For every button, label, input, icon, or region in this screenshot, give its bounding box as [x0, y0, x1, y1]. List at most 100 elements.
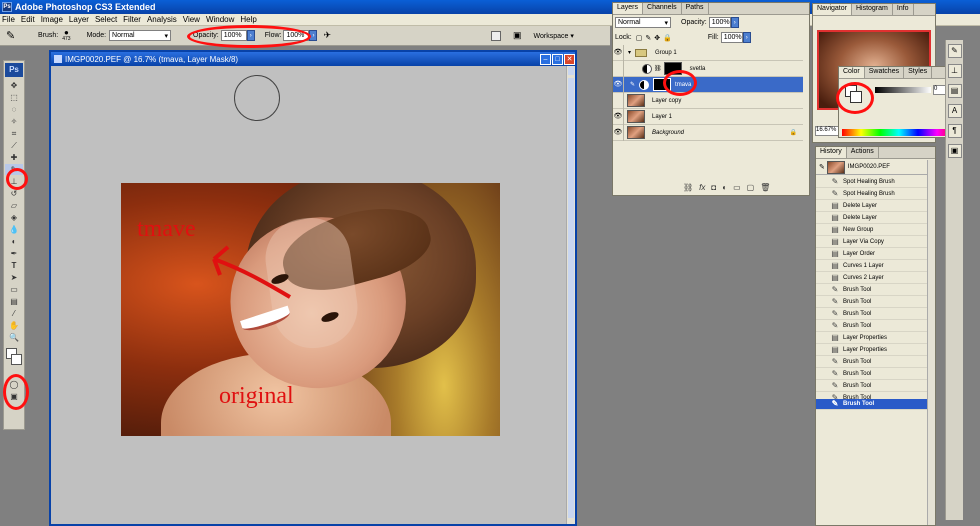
- history-item[interactable]: ▤ Layer Properties: [816, 345, 935, 356]
- history-item-current[interactable]: ✎ Brush Tool: [816, 399, 935, 410]
- fill-input[interactable]: 100%: [720, 32, 743, 43]
- paint-bucket-icon[interactable]: ◈: [5, 212, 23, 223]
- canvas-photo[interactable]: tmave original: [121, 183, 500, 436]
- notes-tool-icon[interactable]: ▤: [5, 296, 23, 307]
- menu-view[interactable]: View: [183, 15, 200, 24]
- mode-select[interactable]: Normal ▾: [109, 30, 172, 41]
- tab-styles[interactable]: Styles: [904, 67, 933, 78]
- history-snapshot[interactable]: ✎ IMGP0020.PEF: [816, 160, 935, 175]
- tab-actions[interactable]: Actions: [847, 147, 879, 158]
- layer-row-tmava[interactable]: 👁 ✎ tmava: [613, 76, 803, 93]
- vertical-scrollbar[interactable]: [566, 66, 575, 524]
- history-item[interactable]: ✎ Brush Tool: [816, 321, 935, 332]
- foreground-background-colors[interactable]: [5, 347, 23, 375]
- history-item[interactable]: ✎ Brush Tool: [816, 285, 935, 296]
- layer-row-group-1[interactable]: 👁 ▾ Group 1: [613, 44, 803, 61]
- close-button[interactable]: ✕: [564, 53, 575, 65]
- menu-image[interactable]: Image: [41, 15, 63, 24]
- minimize-button[interactable]: –: [540, 53, 551, 65]
- move-tool-icon[interactable]: ✥: [5, 80, 23, 91]
- history-item[interactable]: ▤ Delete Layer: [816, 213, 935, 224]
- type-tool-icon[interactable]: T: [5, 260, 23, 271]
- menu-select[interactable]: Select: [95, 15, 117, 24]
- scroll-up-arrow[interactable]: [568, 67, 574, 75]
- group-expand-icon[interactable]: ▾: [628, 49, 631, 56]
- visibility-eye-icon[interactable]: 👁: [613, 44, 624, 61]
- history-item[interactable]: ✎ Brush Tool: [816, 309, 935, 320]
- history-item[interactable]: ▤ Layer Order: [816, 249, 935, 260]
- new-layer-icon[interactable]: ▢: [747, 183, 755, 192]
- new-adjustment-icon[interactable]: ◐: [722, 183, 727, 192]
- eraser-tool-icon[interactable]: ▱: [5, 200, 23, 211]
- visibility-eye-icon[interactable]: 👁: [613, 124, 624, 141]
- history-item[interactable]: ✎ Brush Tool: [816, 369, 935, 380]
- brush-picker[interactable]: ● 473: [62, 28, 70, 43]
- lock-position-icon[interactable]: ✥: [654, 34, 660, 42]
- maximize-button[interactable]: □: [552, 53, 563, 65]
- history-item[interactable]: ▤ Layer Properties: [816, 333, 935, 344]
- file-browser-icon[interactable]: ▣: [513, 30, 522, 41]
- menu-file[interactable]: File: [2, 15, 15, 24]
- tab-color[interactable]: Color: [839, 67, 865, 78]
- dock-brushes-icon[interactable]: ✎: [947, 44, 962, 58]
- layer-row-background[interactable]: 👁 Background 🔒: [613, 124, 803, 141]
- layer-row-layer-copy[interactable]: Layer copy: [613, 92, 803, 109]
- history-item[interactable]: ✎ Spot Healing Brush: [816, 189, 935, 200]
- crop-tool-icon[interactable]: ⌗: [5, 128, 23, 139]
- lock-all-icon[interactable]: 🔒: [663, 34, 672, 42]
- new-group-icon[interactable]: ▭: [733, 183, 741, 192]
- shape-tool-icon[interactable]: ▭: [5, 284, 23, 295]
- history-item[interactable]: ✎ Brush Tool: [816, 297, 935, 308]
- link-layers-icon[interactable]: ⛓: [683, 183, 693, 192]
- menu-filter[interactable]: Filter: [123, 15, 141, 24]
- fill-slider[interactable]: ›: [742, 32, 751, 43]
- layer-opacity-input[interactable]: 100%: [708, 17, 731, 28]
- slice-tool-icon[interactable]: ⟋: [5, 140, 23, 151]
- history-item[interactable]: ▤ Layer Via Copy: [816, 237, 935, 248]
- layer-row-layer-1[interactable]: 👁 Layer 1: [613, 108, 803, 125]
- blur-tool-icon[interactable]: 💧: [5, 224, 23, 235]
- dock-clone-source-icon[interactable]: ⊥: [947, 64, 962, 78]
- history-item[interactable]: ▤ Curves 1 Layer: [816, 261, 935, 272]
- tab-histogram[interactable]: Histogram: [852, 4, 893, 15]
- eyedropper-icon[interactable]: ⁄: [5, 308, 23, 319]
- background-color-swatch[interactable]: [11, 354, 22, 365]
- workspace-menu[interactable]: Workspace ▾: [534, 32, 574, 40]
- history-item[interactable]: ▤ New Group: [816, 225, 935, 236]
- layer-opacity-slider[interactable]: ›: [730, 17, 739, 28]
- airbrush-icon[interactable]: ✈: [323, 30, 331, 41]
- history-scrollbar[interactable]: [927, 160, 935, 525]
- menu-window[interactable]: Window: [206, 15, 234, 24]
- dodge-tool-icon[interactable]: ◐: [5, 236, 23, 247]
- visibility-eye-icon[interactable]: 👁: [613, 76, 624, 93]
- color-spectrum-ramp[interactable]: [842, 129, 956, 136]
- visibility-eye-icon[interactable]: [613, 92, 624, 109]
- dock-character-icon[interactable]: A: [947, 104, 962, 118]
- lock-image-icon[interactable]: ✎: [645, 34, 651, 42]
- chain-link-icon[interactable]: ⛓: [654, 65, 662, 72]
- blend-mode-select[interactable]: Normal ▾: [615, 17, 671, 28]
- magic-wand-icon[interactable]: ✧: [5, 116, 23, 127]
- path-selection-icon[interactable]: ➤: [5, 272, 23, 283]
- navigator-zoom-field[interactable]: 16.67%: [815, 126, 839, 136]
- document-title-bar[interactable]: IMGP0020.PEF @ 16.7% (tmava, Layer Mask/…: [51, 52, 575, 66]
- menu-analysis[interactable]: Analysis: [147, 15, 177, 24]
- add-mask-icon[interactable]: ◘: [711, 183, 716, 192]
- layer-row-svetla[interactable]: ⛓ svetla: [613, 60, 803, 77]
- zoom-tool-icon[interactable]: 🔍: [5, 332, 23, 343]
- tab-swatches[interactable]: Swatches: [865, 67, 905, 78]
- visibility-eye-icon[interactable]: 👁: [613, 108, 624, 125]
- layer-style-icon[interactable]: fx: [699, 183, 705, 192]
- tab-navigator[interactable]: Navigator: [813, 4, 852, 15]
- tab-layers[interactable]: Layers: [613, 3, 644, 14]
- tab-history[interactable]: History: [816, 147, 847, 158]
- lasso-tool-icon[interactable]: ◌: [5, 104, 23, 115]
- history-item[interactable]: ✎ Spot Healing Brush: [816, 177, 935, 188]
- palette-well-icon[interactable]: [491, 30, 502, 41]
- tab-paths[interactable]: Paths: [682, 3, 709, 14]
- dock-tool-presets-icon[interactable]: ▤: [947, 84, 962, 98]
- hand-tool-icon[interactable]: ✋: [5, 320, 23, 331]
- healing-brush-icon[interactable]: ✚: [5, 152, 23, 163]
- history-item[interactable]: ▤ Curves 2 Layer: [816, 273, 935, 284]
- pen-tool-icon[interactable]: ✒: [5, 248, 23, 259]
